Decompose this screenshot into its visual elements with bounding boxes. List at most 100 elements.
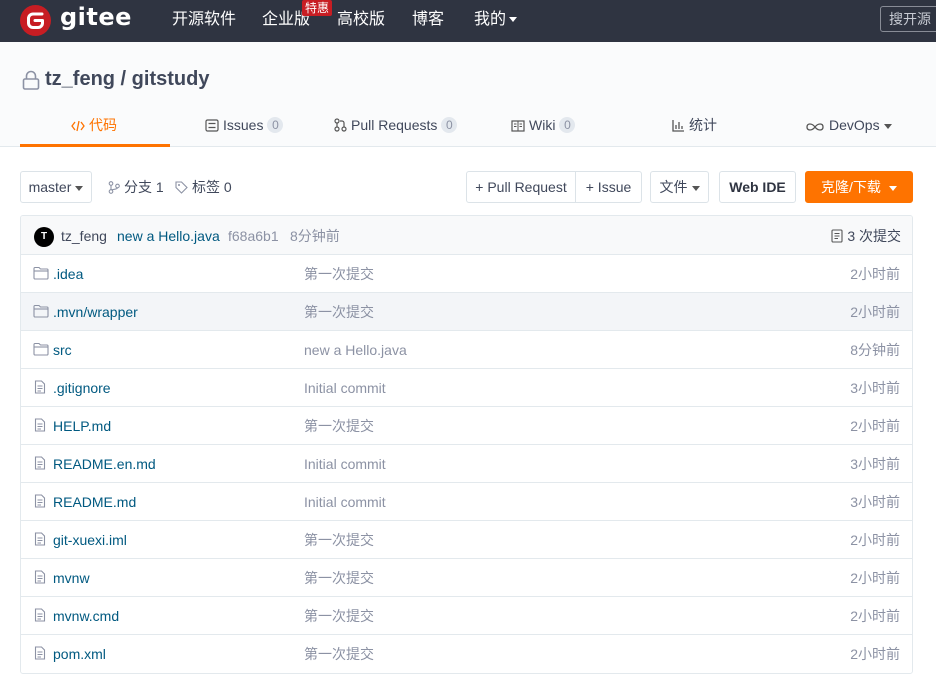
file-commit-message[interactable]: Initial commit	[304, 493, 386, 511]
tab-pull-requests[interactable]: Pull Requests 0	[334, 116, 458, 134]
folder-icon	[33, 342, 49, 359]
file-name[interactable]: README.md	[53, 493, 136, 511]
file-name[interactable]: .idea	[53, 265, 83, 283]
chevron-down-icon	[75, 185, 84, 191]
file-menu-button[interactable]: 文件	[650, 171, 709, 203]
file-menu-label: 文件	[659, 179, 688, 195]
table-row[interactable]: HELP.md 第一次提交 2小时前	[21, 407, 912, 445]
table-row[interactable]: pom.xml 第一次提交 2小时前	[21, 635, 912, 673]
file-commit-time: 2小时前	[850, 304, 900, 320]
repo-header: tz_feng / gitstudy 代码 Issues 0 Pull Reque…	[0, 42, 936, 147]
file-commit-message[interactable]: 第一次提交	[304, 645, 374, 663]
top-navbar: gitee 开源软件 企业版 特惠 高校版 博客 我的 搜开源	[0, 0, 936, 42]
table-row[interactable]: .idea 第一次提交 2小时前	[21, 255, 912, 293]
file-icon	[33, 494, 47, 511]
file-icon	[33, 456, 47, 473]
tab-wiki[interactable]: Wiki 0	[511, 116, 576, 134]
table-row[interactable]: README.md Initial commit 3小时前	[21, 483, 912, 521]
commit-time: 8分钟前	[290, 228, 340, 244]
tab-wiki-label: Wiki	[529, 117, 556, 133]
commit-message[interactable]: new a Hello.java	[117, 227, 220, 245]
branch-select[interactable]: master	[20, 171, 92, 203]
issues-count-badge: 0	[267, 117, 284, 133]
file-commit-message[interactable]: 第一次提交	[304, 417, 374, 435]
file-commit-message[interactable]: Initial commit	[304, 379, 386, 397]
file-commit-message[interactable]: 第一次提交	[304, 607, 374, 625]
nav-open-source[interactable]: 开源软件	[172, 10, 236, 30]
chevron-down-icon	[691, 185, 700, 191]
new-issue-button[interactable]: + Issue	[575, 171, 642, 203]
wiki-count-badge: 0	[559, 117, 576, 133]
devops-icon	[806, 123, 824, 131]
file-commit-message[interactable]: Initial commit	[304, 455, 386, 473]
table-row[interactable]: mvnw 第一次提交 2小时前	[21, 559, 912, 597]
nav-blog[interactable]: 博客	[412, 10, 444, 30]
promo-badge: 特惠	[302, 0, 333, 16]
file-commit-time: 3小时前	[850, 456, 900, 472]
file-commit-time: 2小时前	[850, 570, 900, 586]
nav-education[interactable]: 高校版	[337, 10, 385, 30]
file-commit-message[interactable]: 第一次提交	[304, 531, 374, 549]
code-icon	[71, 120, 85, 132]
pull-requests-count-badge: 0	[441, 117, 458, 133]
tags-label: 标签 0	[192, 179, 232, 195]
nav-mine[interactable]: 我的	[474, 10, 518, 30]
tab-devops[interactable]: DevOps	[805, 116, 892, 134]
branch-icon	[108, 181, 120, 194]
repo-title[interactable]: tz_feng / gitstudy	[45, 68, 209, 91]
stats-icon	[672, 120, 684, 132]
commit-hash[interactable]: f68a6b1	[228, 227, 279, 245]
table-row[interactable]: mvnw.cmd 第一次提交 2小时前	[21, 597, 912, 635]
chevron-down-icon	[509, 17, 518, 23]
logo-text[interactable]: gitee	[60, 3, 132, 31]
tab-devops-label: DevOps	[829, 117, 880, 133]
file-commit-message[interactable]: 第一次提交	[304, 265, 374, 283]
clone-download-button[interactable]: 克隆/下载	[805, 171, 913, 203]
file-name[interactable]: pom.xml	[53, 645, 106, 663]
file-name[interactable]: mvnw	[53, 569, 90, 587]
clone-download-label: 克隆/下载	[821, 179, 881, 195]
new-pull-request-button[interactable]: + Pull Request	[466, 171, 576, 203]
search-input[interactable]: 搜开源	[880, 6, 936, 32]
tab-code[interactable]: 代码	[71, 116, 117, 134]
file-icon	[33, 608, 47, 625]
commit-count-link[interactable]: 3 次提交	[831, 227, 901, 245]
commits-icon	[831, 229, 843, 243]
table-row[interactable]: .mvn/wrapper 第一次提交 2小时前	[21, 293, 912, 331]
file-name[interactable]: mvnw.cmd	[53, 607, 119, 625]
branches-label: 分支 1	[124, 179, 164, 195]
file-commit-time: 2小时前	[850, 532, 900, 548]
tab-issues-label: Issues	[223, 117, 264, 133]
chevron-down-icon	[883, 123, 892, 129]
tab-stats[interactable]: 统计	[672, 116, 717, 134]
file-name[interactable]: git-xuexi.iml	[53, 531, 127, 549]
branch-select-label: master	[28, 179, 72, 195]
file-commit-message[interactable]: 第一次提交	[304, 303, 374, 321]
chevron-down-icon	[888, 185, 897, 191]
commit-count-label: 3 次提交	[847, 228, 901, 244]
folder-icon	[33, 266, 49, 283]
avatar[interactable]: T	[34, 227, 54, 247]
file-commit-time: 2小时前	[850, 266, 900, 282]
table-row[interactable]: git-xuexi.iml 第一次提交 2小时前	[21, 521, 912, 559]
tag-icon	[175, 181, 188, 194]
file-name[interactable]: README.en.md	[53, 455, 156, 473]
file-name[interactable]: HELP.md	[53, 417, 111, 435]
file-name[interactable]: .mvn/wrapper	[53, 303, 138, 321]
tags-link[interactable]: 标签 0	[175, 178, 232, 196]
table-row[interactable]: src new a Hello.java 8分钟前	[21, 331, 912, 369]
tab-issues[interactable]: Issues 0	[205, 116, 284, 134]
wiki-icon	[511, 120, 525, 132]
gitee-logo-icon[interactable]	[20, 5, 51, 36]
table-row[interactable]: README.en.md Initial commit 3小时前	[21, 445, 912, 483]
branches-link[interactable]: 分支 1	[108, 178, 164, 196]
table-row[interactable]: .gitignore Initial commit 3小时前	[21, 369, 912, 407]
file-commit-message[interactable]: 第一次提交	[304, 569, 374, 587]
file-name[interactable]: .gitignore	[53, 379, 111, 397]
file-commit-time: 2小时前	[850, 646, 900, 662]
web-ide-button[interactable]: Web IDE	[719, 171, 796, 203]
file-name[interactable]: src	[53, 341, 72, 359]
tab-pull-requests-label: Pull Requests	[351, 117, 438, 133]
file-commit-message[interactable]: new a Hello.java	[304, 341, 407, 359]
commit-author[interactable]: tz_feng	[61, 227, 107, 245]
